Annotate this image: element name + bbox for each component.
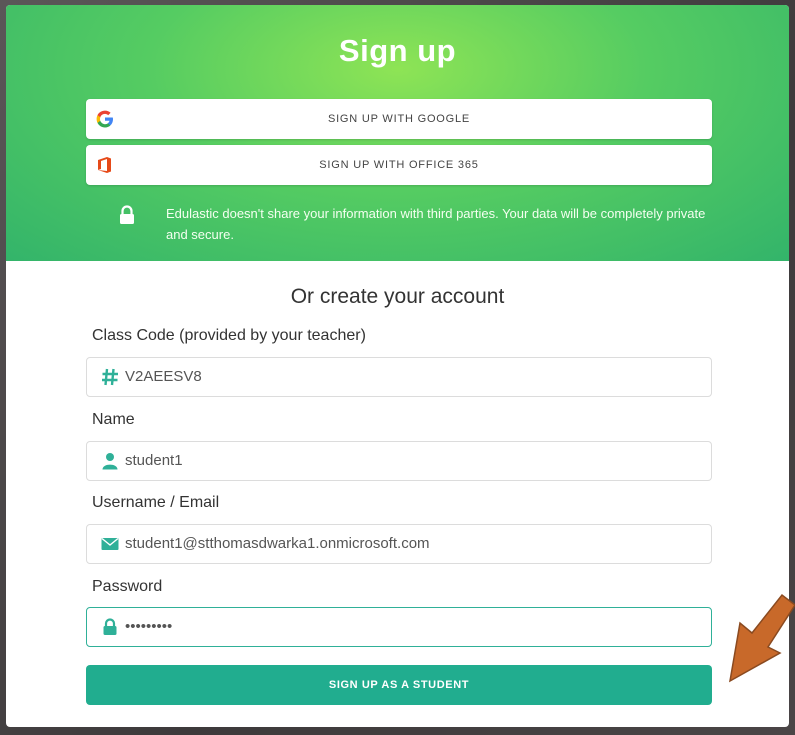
envelope-icon: [101, 537, 119, 550]
password-field[interactable]: [86, 607, 712, 647]
privacy-notice: Edulastic doesn't share your information…: [166, 206, 706, 242]
class-code-label: Class Code (provided by your teacher): [92, 327, 366, 344]
annotation-arrow-icon: [728, 593, 795, 683]
lock-icon: [120, 205, 134, 224]
hash-icon: [102, 368, 118, 386]
signup-student-button[interactable]: SIGN UP AS A STUDENT: [86, 665, 712, 705]
class-code-field[interactable]: [86, 357, 712, 397]
create-account-heading: Or create your account: [290, 285, 505, 308]
name-input[interactable]: [125, 442, 695, 478]
name-label: Name: [92, 411, 135, 428]
username-field[interactable]: [86, 524, 712, 564]
office365-signup-button[interactable]: SIGN UP WITH OFFICE 365: [86, 145, 712, 185]
name-field[interactable]: [86, 441, 712, 481]
page-title: Sign up: [338, 33, 457, 68]
office365-signup-label: SIGN UP WITH OFFICE 365: [319, 159, 479, 171]
password-label: Password: [92, 578, 163, 595]
lock-icon: [103, 618, 117, 635]
user-icon: [102, 453, 118, 470]
password-input[interactable]: [125, 608, 695, 644]
signup-card: Sign up SIGN UP WITH GOOGLE SIGN UP WITH…: [6, 5, 789, 727]
class-code-input[interactable]: [125, 358, 695, 394]
username-label: Username / Email: [92, 494, 220, 511]
username-input[interactable]: [125, 525, 695, 561]
google-signup-button[interactable]: SIGN UP WITH GOOGLE: [86, 99, 712, 139]
signup-header: Sign up SIGN UP WITH GOOGLE SIGN UP WITH…: [6, 5, 789, 261]
google-signup-label: SIGN UP WITH GOOGLE: [327, 113, 471, 125]
